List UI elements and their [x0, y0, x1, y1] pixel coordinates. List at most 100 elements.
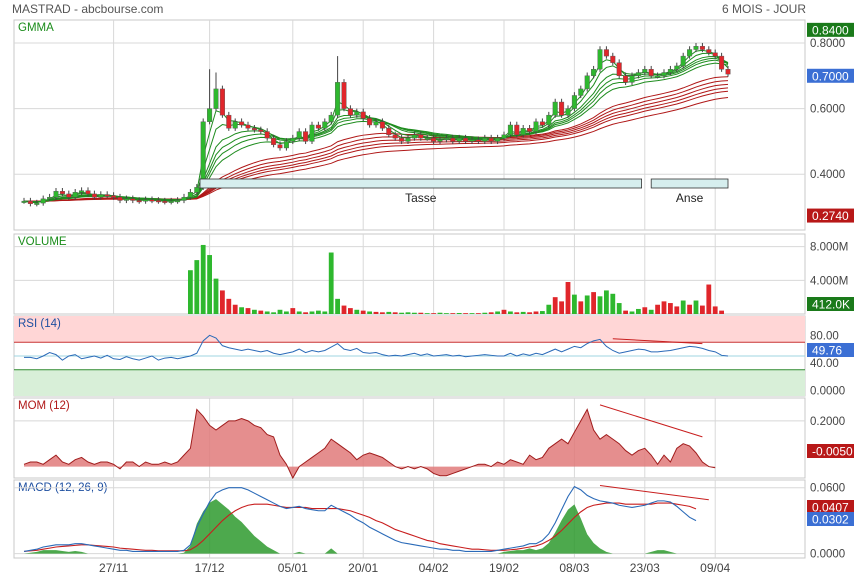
candle-body	[463, 137, 469, 142]
candle-body	[616, 62, 622, 76]
candle-body	[360, 111, 366, 119]
candle-body	[533, 121, 539, 132]
gmma-badge-2: 0.2740	[807, 208, 854, 223]
candle-body	[495, 137, 501, 142]
macd-badge-macd: 0.0302	[807, 512, 854, 527]
volume-bar	[450, 313, 456, 314]
candle-body	[226, 114, 232, 129]
candle	[597, 46, 603, 72]
candle-body	[706, 49, 712, 54]
volume-bar	[482, 312, 488, 314]
volume-bar	[226, 298, 232, 314]
candle-body	[40, 198, 46, 204]
volume-bar	[700, 305, 705, 314]
candle-body	[443, 137, 449, 140]
volume-bar	[604, 290, 609, 314]
volume-bar	[239, 307, 244, 314]
candle-body	[111, 195, 117, 198]
volume-bar	[277, 309, 283, 314]
volume-bar	[488, 312, 494, 314]
x-tick-label: 05/01	[278, 561, 308, 575]
volume-ytick-1: 4.000M	[810, 275, 848, 287]
rsi-badge: 49.76	[807, 343, 854, 358]
volume-bar	[258, 310, 264, 314]
candle-body	[322, 121, 328, 129]
candle-body	[475, 139, 481, 142]
volume-bar	[597, 296, 603, 314]
candle-body	[155, 200, 161, 203]
candle	[219, 85, 225, 118]
volume-panel-frame	[13, 233, 806, 315]
candle-body	[661, 72, 667, 76]
rsi-panel-title-over: RSI (14)	[18, 318, 61, 330]
volume-bar	[559, 301, 564, 314]
candle-body	[27, 200, 33, 204]
volume-bar	[348, 308, 353, 314]
candle-body	[130, 198, 136, 201]
candle-body	[117, 196, 123, 201]
candle-body	[719, 55, 725, 70]
gmma-badge-0-label: 0.8400	[812, 23, 849, 37]
volume-bar	[245, 308, 251, 314]
volume-bar	[668, 303, 673, 314]
macd-panel-frame	[13, 479, 806, 559]
volume-bar	[495, 311, 500, 314]
candle-body	[501, 134, 507, 139]
gmma-badge-2-label: 0.2740	[812, 209, 849, 223]
volume-bar	[463, 313, 468, 314]
candle-body	[66, 193, 72, 198]
candle-body	[437, 139, 443, 142]
volume-bar	[552, 297, 558, 314]
x-tick-label: 17/12	[195, 561, 225, 575]
candle-body	[181, 196, 187, 201]
volume-badge: 412.0K	[807, 297, 854, 312]
volume-bar	[584, 295, 590, 314]
volume-bar	[437, 312, 443, 314]
candle-body	[143, 199, 149, 202]
candle-body	[418, 134, 424, 139]
candle-body	[373, 121, 379, 126]
volume-bar	[572, 294, 577, 314]
candle-body	[328, 114, 334, 122]
volume-bar	[642, 307, 648, 314]
candle-body	[239, 121, 245, 126]
candle-body	[98, 194, 104, 198]
volume-bar	[373, 311, 379, 314]
volume-bar	[252, 309, 257, 314]
candle-body	[552, 101, 558, 116]
volume-bar	[648, 309, 654, 314]
volume-bar	[335, 298, 340, 314]
candle-body	[482, 137, 488, 142]
candle-body	[527, 128, 533, 132]
volume-bar	[527, 312, 532, 314]
volume-bar	[533, 311, 539, 314]
candle-body	[507, 124, 513, 136]
candle-body	[386, 128, 392, 136]
candle-body	[162, 200, 168, 203]
volume-bar	[232, 304, 238, 314]
volume-bar	[514, 312, 520, 314]
candle-body	[354, 111, 360, 116]
candle-body	[635, 72, 641, 76]
volume-bar	[328, 252, 334, 314]
stock-chart: GMMA 0.8000 0.6000 0.4000 Tasse Anse 0.8400 0.7…	[13, 19, 854, 575]
candle-body	[642, 69, 648, 73]
volume-bar	[629, 311, 635, 314]
candle-body	[245, 124, 251, 129]
candle-body	[136, 200, 142, 203]
volume-bar	[322, 311, 328, 314]
gmma-badge-0: 0.8400	[807, 22, 854, 37]
candle-body	[456, 137, 462, 142]
x-tick-label: 20/01	[348, 561, 378, 575]
x-tick-label: 23/03	[630, 561, 660, 575]
volume-bar	[386, 311, 392, 314]
mom-ytick-0: 0.2000	[810, 416, 845, 428]
volume-bar	[623, 310, 628, 314]
volume-bar	[719, 310, 724, 314]
candle-body	[187, 192, 193, 198]
candle-body	[712, 52, 718, 57]
candle-body	[392, 134, 398, 139]
volume-bar	[207, 255, 212, 314]
candle-body	[341, 82, 347, 109]
candle-body	[347, 108, 353, 116]
